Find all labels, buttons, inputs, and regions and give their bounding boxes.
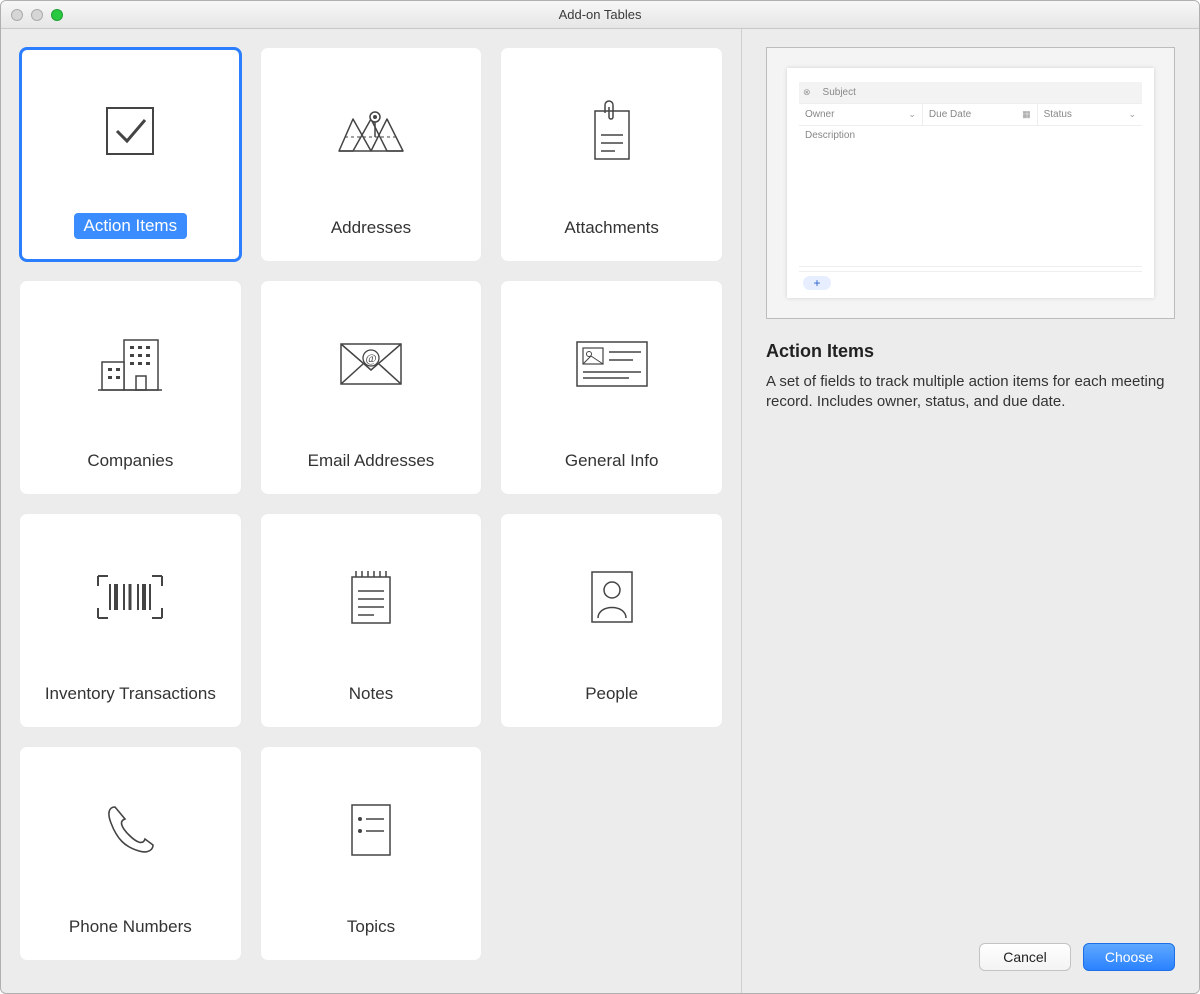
choose-button[interactable]: Choose bbox=[1083, 943, 1175, 971]
title-bar: Add-on Tables bbox=[1, 1, 1199, 29]
preview-duedate-label: Due Date bbox=[929, 109, 971, 120]
tile-label: People bbox=[575, 681, 648, 707]
checkmark-box-icon bbox=[103, 78, 157, 183]
tile-action-items[interactable]: Action Items bbox=[19, 47, 242, 262]
preview-card: ⊗ Subject Owner ⌄ Due Date ▦ St bbox=[787, 68, 1154, 298]
dialog-window: Add-on Tables Action Items bbox=[0, 0, 1200, 994]
zoom-dot[interactable] bbox=[51, 9, 63, 21]
dialog-footer: Cancel Choose bbox=[766, 931, 1175, 975]
close-dot[interactable] bbox=[11, 9, 23, 21]
chevron-down-icon: ⌄ bbox=[1128, 109, 1136, 120]
tile-label: Email Addresses bbox=[298, 448, 445, 474]
tile-inventory-transactions[interactable]: Inventory Transactions bbox=[19, 513, 242, 728]
person-frame-icon bbox=[588, 544, 636, 649]
phone-handset-icon bbox=[101, 777, 159, 882]
tile-email-addresses[interactable]: @ Email Addresses bbox=[260, 280, 483, 495]
tile-addresses[interactable]: Addresses bbox=[260, 47, 483, 262]
dialog-body: Action Items Addresses bbox=[1, 29, 1199, 993]
notepad-icon bbox=[346, 544, 396, 649]
window-title: Add-on Tables bbox=[559, 7, 642, 22]
tile-label: Companies bbox=[77, 448, 183, 474]
preview-fields-row: Owner ⌄ Due Date ▦ Status ⌄ bbox=[799, 104, 1142, 126]
paperclip-document-icon bbox=[587, 78, 637, 183]
minimize-dot[interactable] bbox=[31, 9, 43, 21]
tile-topics[interactable]: Topics bbox=[260, 746, 483, 961]
preview-description-label: Description bbox=[805, 130, 855, 141]
tile-label: Topics bbox=[337, 914, 405, 940]
table-chooser-panel: Action Items Addresses bbox=[1, 29, 741, 993]
preview-status-label: Status bbox=[1044, 109, 1072, 120]
traffic-lights bbox=[11, 9, 63, 21]
tile-label: Inventory Transactions bbox=[35, 681, 226, 707]
tile-general-info[interactable]: General Info bbox=[500, 280, 723, 495]
calendar-icon: ▦ bbox=[1022, 109, 1031, 120]
envelope-at-icon: @ bbox=[335, 311, 407, 416]
tile-label: Attachments bbox=[554, 215, 669, 241]
detail-description: A set of fields to track multiple action… bbox=[766, 372, 1175, 413]
tile-notes[interactable]: Notes bbox=[260, 513, 483, 728]
detail-panel: ⊗ Subject Owner ⌄ Due Date ▦ St bbox=[742, 29, 1199, 993]
preview-subject-label: Subject bbox=[817, 82, 1142, 103]
card-lines-icon bbox=[573, 311, 651, 416]
close-circle-icon: ⊗ bbox=[799, 87, 811, 98]
tile-people[interactable]: People bbox=[500, 513, 723, 728]
tile-label: Notes bbox=[339, 681, 403, 707]
barcode-icon bbox=[92, 544, 168, 649]
tile-label: Phone Numbers bbox=[59, 914, 202, 940]
tile-label: Addresses bbox=[321, 215, 421, 241]
tile-attachments[interactable]: Attachments bbox=[500, 47, 723, 262]
map-pin-icon bbox=[335, 78, 407, 183]
buildings-icon bbox=[94, 311, 166, 416]
tile-label: Action Items bbox=[74, 213, 188, 239]
preview-frame: ⊗ Subject Owner ⌄ Due Date ▦ St bbox=[766, 47, 1175, 319]
preview-description-area: Description bbox=[799, 126, 1142, 267]
tile-grid: Action Items Addresses bbox=[19, 47, 737, 961]
chevron-down-icon: ⌄ bbox=[908, 109, 916, 120]
preview-owner-label: Owner bbox=[805, 109, 834, 120]
tile-phone-numbers[interactable]: Phone Numbers bbox=[19, 746, 242, 961]
tile-label: General Info bbox=[555, 448, 669, 474]
svg-text:@: @ bbox=[365, 351, 376, 365]
preview-add-row: + bbox=[799, 271, 1142, 290]
bullet-list-icon bbox=[348, 777, 394, 882]
add-icon: + bbox=[803, 276, 831, 290]
cancel-button[interactable]: Cancel bbox=[979, 943, 1071, 971]
preview-subject-row: ⊗ Subject bbox=[799, 82, 1142, 104]
tile-companies[interactable]: Companies bbox=[19, 280, 242, 495]
detail-title: Action Items bbox=[766, 341, 1175, 362]
